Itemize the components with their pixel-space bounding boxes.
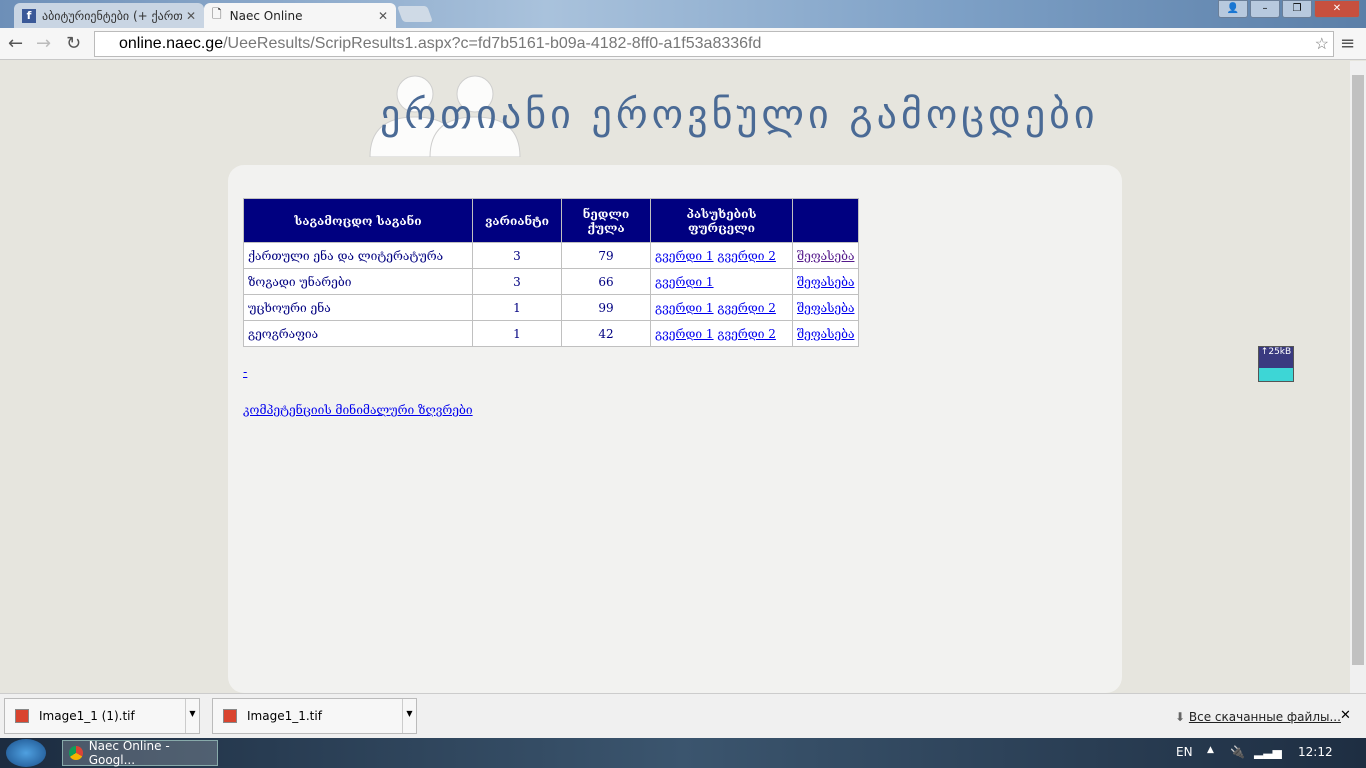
task-label: Naec Online - Googl... [88, 739, 170, 767]
results-panel: საგამოცდო საგანი ვარიანტი ნედლი ქულა პას… [228, 165, 1122, 693]
evaluation-link[interactable]: შეფასება [797, 275, 854, 289]
subject: გეოგრაფია [243, 320, 473, 347]
subject: ზოგადი უნარები [243, 268, 473, 295]
score: 79 [561, 242, 651, 269]
language-indicator[interactable]: EN [1176, 745, 1193, 759]
user-icon[interactable]: 👤 [1218, 0, 1248, 18]
taskbar: Naec Online - Googl... EN ▲ 🔌 ▂▃▅ 12:12 [0, 738, 1366, 768]
results-table: საგამოცდო საგანი ვარიანტი ნედლი ქულა პას… [243, 198, 860, 347]
tab-label: Naec Online [229, 8, 303, 23]
score: 66 [561, 268, 651, 295]
url-path: /UeeResults/ScripResults1.aspx?c=fd7b516… [223, 35, 762, 52]
header-variant: ვარიანტი [472, 198, 562, 243]
page1-link[interactable]: გვერდი 1 [655, 301, 714, 315]
network-speed-widget: ↑25kB [1258, 346, 1294, 382]
maximize-button[interactable]: ❐ [1282, 0, 1312, 18]
table-row: უცხოური ენა 1 99 გვერდი 1 გვერდი 2 შეფას… [243, 294, 860, 321]
menu-icon[interactable]: ≡ [1340, 33, 1355, 54]
chevron-down-icon[interactable]: ▼ [402, 699, 416, 733]
page-icon: 🗋 [212, 7, 222, 21]
eval-cell: შეფასება [791, 242, 860, 269]
variant: 1 [472, 294, 562, 321]
all-downloads-link[interactable]: Все скачанные файлы... [1189, 710, 1341, 724]
url-host: online.naec.ge [119, 35, 224, 52]
variant: 1 [472, 320, 562, 347]
answer-sheet-cell: გვერდი 1 გვერდი 2 [650, 242, 793, 269]
signal-icon[interactable]: ▂▃▅ [1254, 745, 1282, 759]
close-downloads-icon[interactable]: ✕ [1340, 708, 1351, 723]
page2-link[interactable]: გვერდი 2 [717, 249, 776, 263]
scrollbar-thumb[interactable] [1352, 75, 1364, 665]
image-file-icon [223, 709, 237, 723]
evaluation-link[interactable]: შეფასება [797, 301, 854, 315]
page1-link[interactable]: გვერდი 1 [655, 327, 714, 341]
evaluation-link[interactable]: შეფასება [797, 249, 854, 263]
new-tab-button[interactable] [397, 6, 433, 22]
tray-arrow-icon[interactable]: ▲ [1207, 745, 1214, 755]
power-icon[interactable]: 🔌 [1230, 745, 1245, 759]
answer-sheet-cell: გვერდი 1 გვერდი 2 [650, 294, 793, 321]
dash-link[interactable]: - [243, 365, 247, 379]
download-arrow-icon: ⬇ [1175, 710, 1189, 724]
back-icon[interactable]: ← [8, 33, 23, 54]
chevron-down-icon[interactable]: ▼ [185, 699, 199, 733]
page-title: ერთიანი ეროვნული გამოცდები [380, 92, 1099, 138]
answer-sheet-cell: გვერდი 1 გვერდი 2 [650, 320, 793, 347]
facebook-icon: f [22, 8, 36, 23]
header-subject: საგამოცდო საგანი [243, 198, 473, 243]
close-tab-icon[interactable]: ✕ [378, 9, 388, 23]
star-icon[interactable]: ☆ [1315, 34, 1329, 54]
clock[interactable]: 12:12 [1298, 745, 1333, 759]
header-empty [791, 198, 860, 243]
download-filename: Image1_1 (1).tif [39, 709, 135, 723]
title-bar: f აბიტურიენტები (+ ქართ ✕ 🗋 Naec Online … [0, 0, 1366, 28]
downloads-bar: Image1_1 (1).tif ▼ Image1_1.tif ▼ ⬇ Все ск… [0, 693, 1366, 738]
page2-link[interactable]: გვერდი 2 [717, 327, 776, 341]
answer-sheet-cell: გვერდი 1 [650, 268, 793, 295]
start-button[interactable] [6, 739, 46, 767]
score: 42 [561, 320, 651, 347]
tab-label: აბიტურიენტები (+ ქართ [42, 8, 182, 23]
page1-link[interactable]: გვერდი 1 [655, 249, 714, 263]
download-filename: Image1_1.tif [247, 709, 322, 723]
variant: 3 [472, 242, 562, 269]
header-answer-sheet: პასუხების ფურცელი [650, 198, 793, 243]
evaluation-link[interactable]: შეფასება [797, 327, 854, 341]
minimize-button[interactable]: – [1250, 0, 1280, 18]
address-bar[interactable]: online.naec.ge/UeeResults/ScripResults1.… [94, 31, 1334, 57]
upload-speed: ↑25kB [1260, 347, 1292, 357]
close-window-button[interactable]: ✕ [1314, 0, 1360, 18]
table-row: ქართული ენა და ლიტერატურა 3 79 გვერდი 1 … [243, 242, 860, 269]
score: 99 [561, 294, 651, 321]
page2-link[interactable]: გვერდი 2 [717, 301, 776, 315]
reload-icon[interactable]: ↻ [66, 33, 81, 54]
taskbar-chrome-item[interactable]: Naec Online - Googl... [62, 739, 218, 767]
forward-icon[interactable]: → [36, 33, 51, 54]
eval-cell: შეფასება [791, 320, 860, 347]
download-item[interactable]: Image1_1.tif ▼ [212, 698, 417, 734]
image-file-icon [15, 709, 29, 723]
tab-naec-online[interactable]: 🗋 Naec Online ✕ [204, 3, 396, 28]
chrome-icon [69, 746, 83, 760]
page1-link[interactable]: გვერდი 1 [655, 275, 714, 289]
close-tab-icon[interactable]: ✕ [186, 9, 196, 23]
eval-cell: შეფასება [791, 268, 860, 295]
subject: უცხოური ენა [243, 294, 473, 321]
download-item[interactable]: Image1_1 (1).tif ▼ [4, 698, 200, 734]
vertical-scrollbar[interactable] [1350, 61, 1366, 693]
variant: 3 [472, 268, 562, 295]
table-row: გეოგრაფია 1 42 გვერდი 1 გვერდი 2 შეფასებ… [243, 320, 860, 347]
header-score: ნედლი ქულა [561, 198, 651, 243]
subject: ქართული ენა და ლიტერატურა [243, 242, 473, 269]
tab-facebook[interactable]: f აბიტურიენტები (+ ქართ ✕ [14, 3, 204, 28]
eval-cell: შეფასება [791, 294, 860, 321]
minimum-thresholds-link[interactable]: კომპეტენციის მინიმალური ზღვრები [243, 403, 473, 417]
table-row: ზოგადი უნარები 3 66 გვერდი 1 შეფასება [243, 268, 860, 295]
browser-toolbar: ← → ↻ online.naec.ge/UeeResults/ScripRes… [0, 28, 1366, 60]
